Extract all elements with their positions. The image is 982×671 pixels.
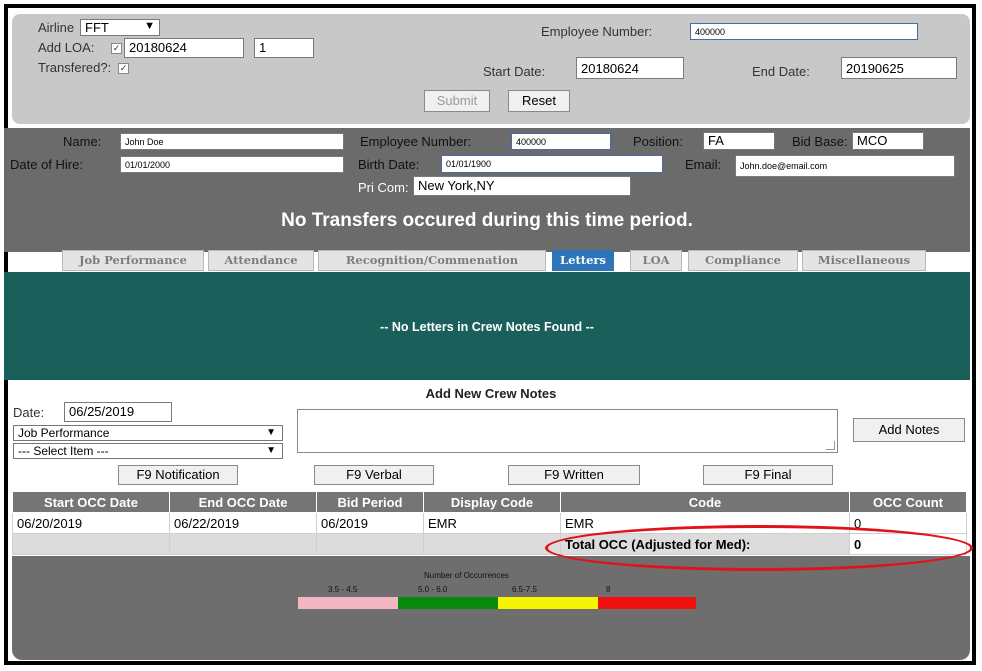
legend-segment-pink bbox=[298, 597, 398, 609]
resize-grip-icon[interactable] bbox=[826, 441, 835, 450]
f9-verbal-button[interactable]: F9 Verbal bbox=[314, 465, 434, 485]
item-select[interactable]: --- Select Item --- ▼ bbox=[13, 443, 283, 459]
birth-date-label: Birth Date: bbox=[358, 157, 420, 172]
letters-panel: -- No Letters in Crew Notes Found -- bbox=[4, 272, 970, 380]
add-crew-notes-title: Add New Crew Notes bbox=[425, 386, 557, 401]
name-field: John Doe bbox=[120, 133, 344, 150]
f9-notification-button[interactable]: F9 Notification bbox=[118, 465, 238, 485]
end-date-input[interactable]: 20190625 bbox=[841, 57, 957, 79]
top-employee-number-input[interactable]: 400000 bbox=[690, 23, 918, 40]
info-employee-number-label: Employee Number: bbox=[360, 134, 472, 149]
add-loa-date-input[interactable]: 20180624 bbox=[124, 38, 244, 58]
no-transfers-banner: No Transfers occured during this time pe… bbox=[281, 210, 693, 231]
add-notes-button[interactable]: Add Notes bbox=[853, 418, 965, 442]
reset-button[interactable]: Reset bbox=[508, 90, 570, 112]
legend-label-2: 5.0 - 6.0 bbox=[418, 585, 448, 594]
notes-date-input[interactable]: 06/25/2019 bbox=[64, 402, 172, 422]
legend-label-1: 3.5 - 4.5 bbox=[328, 585, 358, 594]
add-loa-count-input[interactable]: 1 bbox=[254, 38, 314, 58]
legend-segment-red bbox=[598, 597, 696, 609]
transfered-checkbox[interactable]: ✓ bbox=[118, 63, 129, 74]
header-start-occ-date: Start OCC Date bbox=[12, 491, 170, 513]
end-date-label: End Date: bbox=[752, 64, 810, 79]
pri-com-field: New York,NY bbox=[413, 176, 631, 196]
airline-select-value: FFT bbox=[85, 20, 109, 35]
date-of-hire-label: Date of Hire: bbox=[10, 157, 83, 172]
birth-date-field: 01/01/1900 bbox=[441, 155, 663, 173]
chevron-down-icon: ▼ bbox=[144, 20, 155, 32]
table-header-row: Start OCC Date End OCC Date Bid Period D… bbox=[12, 491, 967, 513]
tab-recognition[interactable]: Recognition/Commenation bbox=[318, 250, 546, 271]
header-end-occ-date: End OCC Date bbox=[169, 491, 317, 513]
header-bid-period: Bid Period bbox=[316, 491, 424, 513]
airline-label: Airline bbox=[38, 20, 75, 35]
bid-base-label: Bid Base: bbox=[792, 134, 848, 149]
email-label: Email: bbox=[685, 157, 722, 172]
tab-loa[interactable]: LOA bbox=[630, 250, 682, 271]
total-empty-cell bbox=[169, 533, 317, 555]
email-field: John.doe@email.com bbox=[735, 155, 955, 177]
legend-label-4: 8 bbox=[606, 585, 611, 594]
bid-base-field: MCO bbox=[852, 132, 924, 150]
total-empty-cell bbox=[423, 533, 561, 555]
add-loa-checkbox[interactable]: ✓ bbox=[111, 43, 122, 54]
category-select[interactable]: Job Performance ▼ bbox=[13, 425, 283, 441]
category-select-value: Job Performance bbox=[18, 426, 110, 440]
legend-segment-green bbox=[398, 597, 498, 609]
info-employee-number-field: 400000 bbox=[511, 133, 611, 150]
legend-label-3: 6.5-7.5 bbox=[512, 585, 537, 594]
highlight-annotation-ellipse bbox=[545, 525, 973, 571]
chevron-down-icon: ▼ bbox=[266, 445, 276, 456]
header-occ-count: OCC Count bbox=[849, 491, 967, 513]
tab-compliance[interactable]: Compliance bbox=[688, 250, 798, 271]
transfered-label: Transfered?: bbox=[38, 60, 112, 75]
cell-end-occ-date: 06/22/2019 bbox=[169, 512, 317, 534]
tab-attendance[interactable]: Attendance bbox=[208, 250, 314, 271]
total-empty-cell bbox=[12, 533, 170, 555]
notes-date-label: Date: bbox=[13, 405, 45, 420]
notes-textarea[interactable] bbox=[297, 409, 838, 453]
pri-com-label: Pri Com: bbox=[358, 180, 409, 195]
airline-select[interactable]: FFT ▼ bbox=[80, 19, 160, 36]
legend-title: Number of Occurrences bbox=[424, 571, 509, 580]
start-date-input[interactable]: 20180624 bbox=[576, 57, 684, 79]
f9-final-button[interactable]: F9 Final bbox=[703, 465, 833, 485]
top-employee-number-label: Employee Number: bbox=[541, 24, 653, 39]
date-of-hire-field: 01/01/2000 bbox=[120, 156, 344, 173]
cell-start-occ-date: 06/20/2019 bbox=[12, 512, 170, 534]
submit-button[interactable]: Submit bbox=[424, 90, 490, 112]
add-loa-label: Add LOA: bbox=[38, 40, 95, 55]
total-empty-cell bbox=[316, 533, 424, 555]
tab-job-performance[interactable]: Job Performance bbox=[62, 250, 204, 271]
header-display-code: Display Code bbox=[423, 491, 561, 513]
chevron-down-icon: ▼ bbox=[266, 427, 276, 438]
name-label: Name: bbox=[63, 134, 102, 149]
tab-letters[interactable]: Letters bbox=[552, 250, 614, 271]
cell-display-code: EMR bbox=[423, 512, 561, 534]
legend-segment-yellow bbox=[498, 597, 598, 609]
header-code: Code bbox=[560, 491, 850, 513]
f9-written-button[interactable]: F9 Written bbox=[508, 465, 640, 485]
no-letters-message: -- No Letters in Crew Notes Found -- bbox=[380, 320, 594, 334]
cell-bid-period: 06/2019 bbox=[316, 512, 424, 534]
start-date-label: Start Date: bbox=[483, 64, 546, 79]
position-label: Position: bbox=[633, 134, 683, 149]
tab-miscellaneous[interactable]: Miscellaneous bbox=[802, 250, 926, 271]
item-select-value: --- Select Item --- bbox=[18, 444, 109, 458]
position-field: FA bbox=[703, 132, 775, 150]
